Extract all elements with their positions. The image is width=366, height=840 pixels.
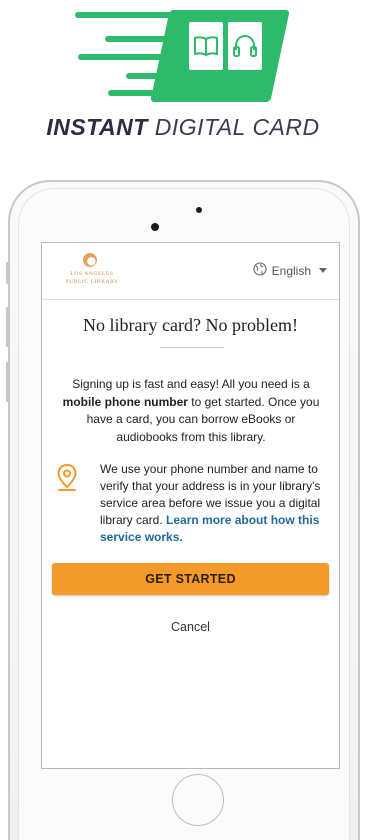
location-pin-icon xyxy=(56,463,78,493)
title-bold: INSTANT xyxy=(46,114,148,140)
chevron-down-icon xyxy=(319,268,327,273)
phone-side-button xyxy=(6,307,9,347)
intro-emphasis: mobile phone number xyxy=(62,394,188,409)
page-title: INSTANT DIGITAL CARD xyxy=(0,114,366,141)
app-screen: LOS ANGELES PUBLIC LIBRARY English No li… xyxy=(41,242,340,769)
language-selector[interactable]: English xyxy=(253,262,327,279)
phone-speaker xyxy=(196,207,202,213)
phone-side-button xyxy=(6,362,9,402)
phone-camera xyxy=(151,223,159,231)
library-logo-icon xyxy=(83,253,97,267)
globe-icon xyxy=(253,262,267,279)
get-started-button[interactable]: GET STARTED xyxy=(52,563,329,595)
verification-notice: We use your phone number and name to ver… xyxy=(100,462,321,544)
divider xyxy=(160,347,224,348)
cancel-button[interactable]: Cancel xyxy=(42,620,339,634)
headphones-icon xyxy=(228,22,262,70)
library-logo: LOS ANGELES PUBLIC LIBRARY xyxy=(54,253,130,291)
app-header: LOS ANGELES PUBLIC LIBRARY English xyxy=(42,243,339,300)
logo-line-1: LOS ANGELES xyxy=(70,271,114,277)
title-light: DIGITAL CARD xyxy=(154,114,320,140)
book-icon xyxy=(189,22,223,70)
logo-line-2: PUBLIC LIBRARY xyxy=(65,279,119,285)
phone-home-button[interactable] xyxy=(172,774,224,826)
intro-text: Signing up is fast and easy! All you nee… xyxy=(62,377,320,444)
hero-banner: INSTANT DIGITAL CARD xyxy=(0,0,366,150)
phone-side-button xyxy=(6,262,9,284)
headline: No library card? No problem! xyxy=(83,315,298,335)
language-label: English xyxy=(271,263,311,278)
